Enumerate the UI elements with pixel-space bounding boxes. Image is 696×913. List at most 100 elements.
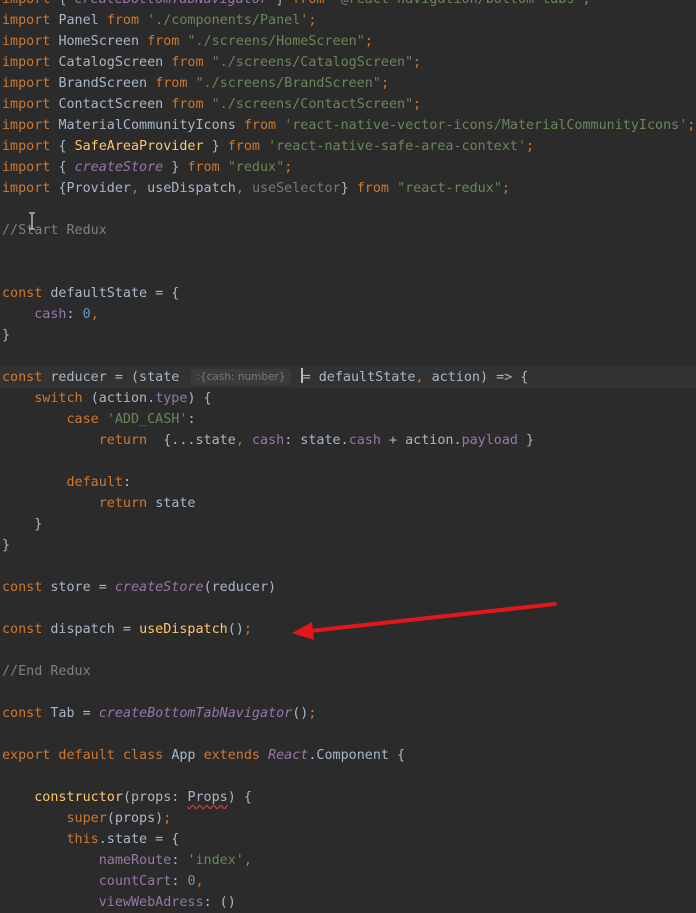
- code-line[interactable]: }: [0, 535, 696, 556]
- code-token: ;: [526, 139, 535, 154]
- code-token: "react-redux": [397, 181, 502, 196]
- code-token: ,: [131, 181, 148, 196]
- code-line[interactable]: import ContactScreen from "./screens/Con…: [0, 94, 696, 115]
- code-line[interactable]: import {Provider, useDispatch, useSelect…: [0, 178, 696, 199]
- code-token: Props: [187, 790, 228, 805]
- code-token: createStore: [74, 160, 164, 175]
- code-token: extends: [203, 748, 269, 763]
- code-token: ) {: [187, 391, 212, 406]
- code-line[interactable]: import CatalogScreen from "./screens/Cat…: [0, 52, 696, 73]
- code-line[interactable]: [0, 199, 696, 220]
- text-cursor-icon: [29, 212, 35, 230]
- code-token: ;: [243, 622, 252, 637]
- code-token: constructor: [34, 790, 123, 805]
- code-token: from: [147, 34, 188, 49]
- code-token: return: [98, 433, 164, 448]
- code-token: }: [268, 0, 292, 7]
- code-line[interactable]: [0, 262, 696, 283]
- code-token: {: [58, 160, 75, 175]
- code-line[interactable]: [0, 724, 696, 745]
- code-line[interactable]: default:: [0, 472, 696, 493]
- code-token: countCart: [98, 874, 172, 889]
- code-line[interactable]: }: [0, 514, 696, 535]
- code-line[interactable]: const Tab = createBottomTabNavigator();: [0, 703, 696, 724]
- code-token: }: [2, 328, 11, 343]
- code-editor[interactable]: import { createBottomTabNavigator } from…: [0, 0, 696, 913]
- code-token: const: [2, 622, 51, 637]
- code-line[interactable]: const defaultState = {: [0, 283, 696, 304]
- code-line[interactable]: //End Redux: [0, 661, 696, 682]
- code-token: "./screens/HomeScreen": [187, 34, 365, 49]
- code-token: ) {: [227, 790, 252, 805]
- code-token: nameRoute: [98, 853, 172, 868]
- code-line[interactable]: case 'ADD_CASH':: [0, 409, 696, 430]
- code-token: './components/Panel': [147, 13, 309, 28]
- code-line[interactable]: const dispatch = useDispatch();: [0, 619, 696, 640]
- code-line[interactable]: [0, 241, 696, 262]
- code-line[interactable]: switch (action.type) {: [0, 388, 696, 409]
- code-token: payload: [461, 433, 518, 448]
- code-line[interactable]: const store = createStore(reducer): [0, 577, 696, 598]
- code-line[interactable]: return state: [0, 493, 696, 514]
- code-token: ,: [235, 181, 252, 196]
- code-line[interactable]: [0, 766, 696, 787]
- code-line[interactable]: cash: 0,: [0, 304, 696, 325]
- code-line[interactable]: import { createStore } from "redux";: [0, 157, 696, 178]
- code-line[interactable]: export default class App extends React.C…: [0, 745, 696, 766]
- code-token: }: [518, 433, 535, 448]
- code-token: createBottomTabNavigator: [98, 706, 293, 721]
- code-line[interactable]: [0, 682, 696, 703]
- code-line[interactable]: nameRoute: 'index',: [0, 850, 696, 871]
- code-token: cash: [251, 433, 285, 448]
- code-line[interactable]: import Panel from './components/Panel';: [0, 10, 696, 31]
- code-line[interactable]: this.state = {: [0, 829, 696, 850]
- code-token: useDispatch: [147, 181, 236, 196]
- code-line[interactable]: }: [0, 325, 696, 346]
- code-line[interactable]: //Start Redux: [0, 220, 696, 241]
- code-token: Tab =: [50, 706, 99, 721]
- code-token: import: [2, 13, 59, 28]
- code-line[interactable]: [0, 598, 696, 619]
- code-token: ContactScreen: [58, 97, 172, 112]
- code-token: ;: [582, 0, 590, 7]
- code-token: action) => {: [431, 370, 529, 385]
- code-line[interactable]: return {...state, cash: state.cash + act…: [0, 430, 696, 451]
- code-token: const: [2, 370, 51, 385]
- code-token: "redux": [227, 160, 285, 175]
- code-line[interactable]: import BrandScreen from "./screens/Brand…: [0, 73, 696, 94]
- code-line[interactable]: super(props);: [0, 808, 696, 829]
- code-line[interactable]: const reducer = (state :{cash: number} =…: [0, 367, 696, 388]
- code-line[interactable]: [0, 346, 696, 367]
- code-line[interactable]: import { createBottomTabNavigator } from…: [0, 0, 696, 10]
- code-token: cash: [34, 307, 67, 322]
- code-token: const: [2, 286, 51, 301]
- code-line[interactable]: import { SafeAreaProvider } from 'react-…: [0, 136, 696, 157]
- code-line[interactable]: import MaterialCommunityIcons from 'reac…: [0, 115, 696, 136]
- code-line[interactable]: [0, 556, 696, 577]
- code-token: (props:: [122, 790, 188, 805]
- code-token: useDispatch: [139, 622, 228, 637]
- code-line[interactable]: import HomeScreen from "./screens/HomeSc…: [0, 31, 696, 52]
- code-token: from: [106, 13, 148, 28]
- code-token: : state.: [284, 433, 349, 448]
- code-line[interactable]: [0, 451, 696, 472]
- code-token: = defaultState: [302, 370, 416, 385]
- code-token: (action.: [90, 391, 156, 406]
- code-line[interactable]: viewWebAdress: (): [0, 892, 696, 913]
- code-line[interactable]: countCart: 0,: [0, 871, 696, 892]
- code-token: return: [98, 496, 156, 511]
- code-token: ;: [284, 160, 293, 175]
- code-token: from: [171, 55, 212, 70]
- code-token: //Start Redux: [2, 223, 107, 238]
- code-token: createBottomTabNavigator: [75, 0, 268, 7]
- code-token: const: [2, 580, 51, 595]
- code-line[interactable]: [0, 640, 696, 661]
- code-line[interactable]: constructor(props: Props) {: [0, 787, 696, 808]
- code-token: import: [2, 139, 59, 154]
